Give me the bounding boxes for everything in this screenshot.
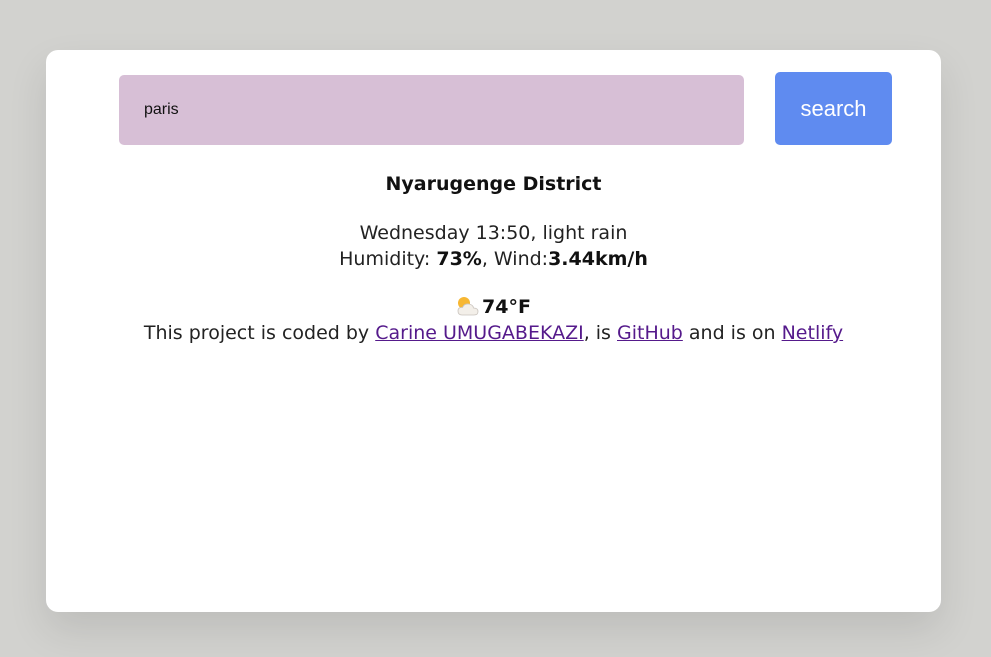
search-input[interactable]	[119, 75, 744, 145]
temperature-line: 74°F	[46, 294, 941, 320]
weather-card: search Nyarugenge District Wednesday 13:…	[46, 50, 941, 612]
wind-value: 3.44km/h	[548, 248, 648, 270]
temperature-unit: °F	[508, 296, 531, 318]
datetime-description: Wednesday 13:50, light rain	[359, 222, 628, 244]
weather-details: Wednesday 13:50, light rain Humidity: 73…	[46, 220, 941, 272]
partly-cloudy-sun-icon	[456, 295, 480, 317]
humidity-wind-line: Humidity: 73%, Wind:3.44km/h	[46, 246, 941, 272]
humidity-label: Humidity:	[339, 248, 437, 270]
credits-prefix: This project is coded by	[143, 322, 376, 344]
github-link[interactable]: GitHub	[617, 322, 683, 344]
credits-middle: , is	[583, 322, 617, 344]
author-link[interactable]: Carine UMUGABEKAZI	[375, 322, 583, 344]
netlify-link[interactable]: Netlify	[782, 322, 844, 344]
temperature-value: 74	[482, 296, 509, 318]
humidity-value: 73%	[436, 248, 482, 270]
search-button[interactable]: search	[775, 72, 892, 145]
city-name: Nyarugenge District	[385, 173, 602, 195]
wind-label: , Wind:	[481, 248, 549, 270]
credits-between: and is on	[682, 322, 782, 344]
credits-line: This project is coded by Carine UMUGABEK…	[46, 320, 941, 346]
